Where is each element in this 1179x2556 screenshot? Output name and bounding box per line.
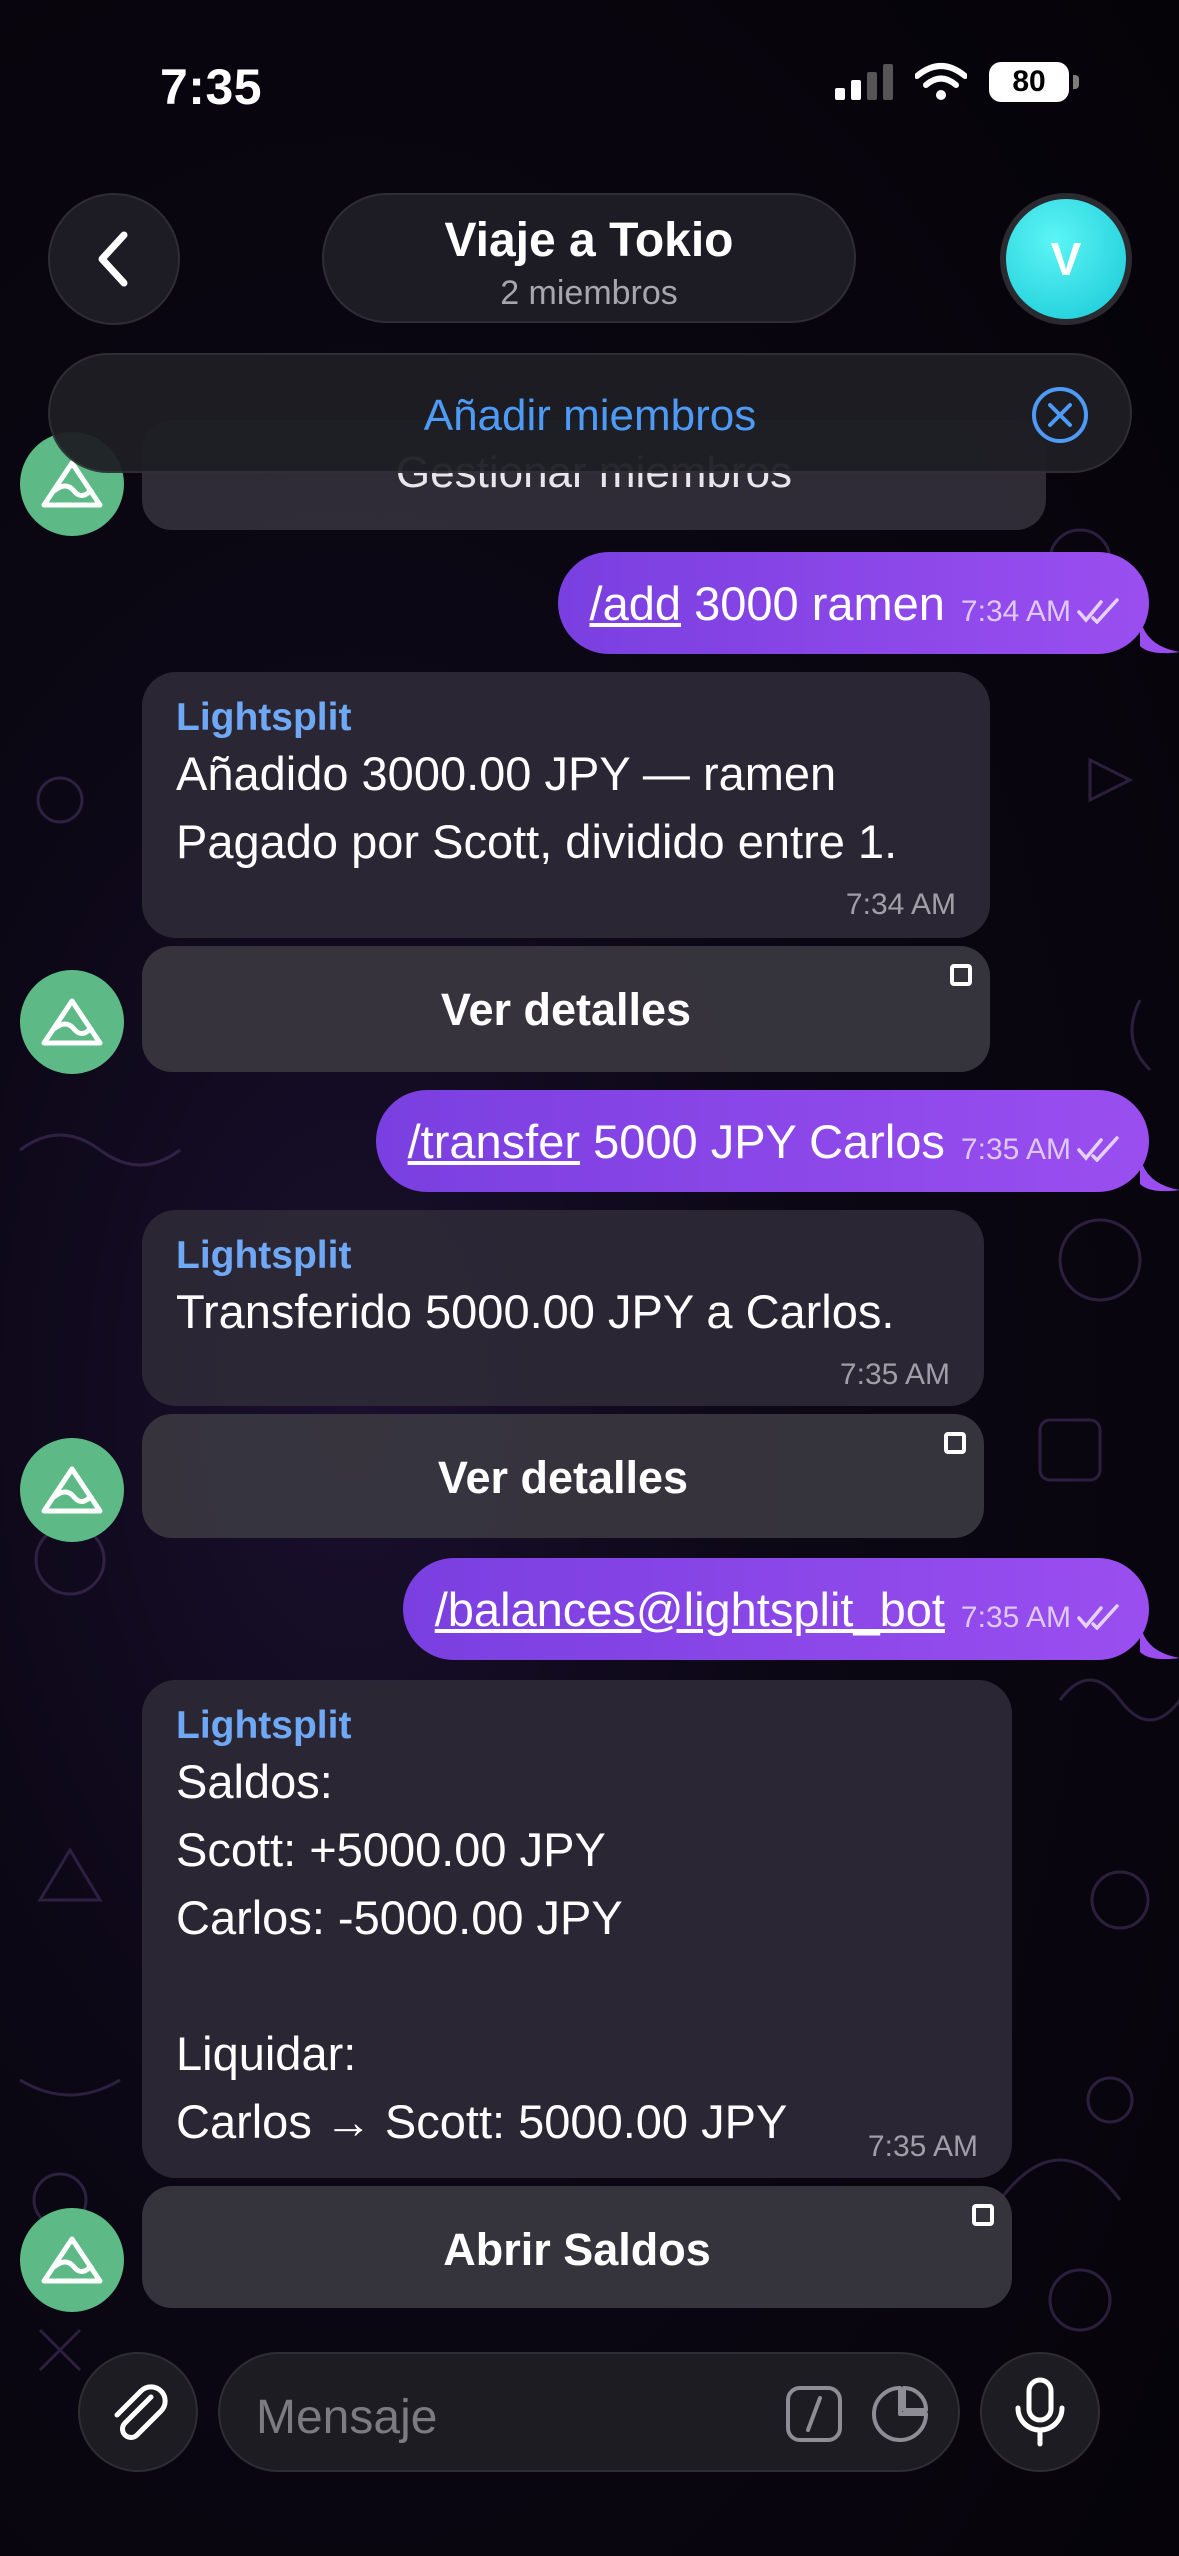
bubble-tail [1140,1622,1179,1660]
double-check-icon [1077,1604,1119,1630]
outgoing-message[interactable]: /add 3000 ramen 7:34 AM [557,552,1149,654]
member-count: 2 miembros [500,274,678,312]
bot-avatar[interactable] [20,970,124,1074]
slash-command-icon[interactable] [784,2384,844,2444]
mountain-logo-icon [41,1466,103,1514]
message-line: Carlos: -5000.00 JPY [176,1891,623,1944]
chevron-left-icon [98,231,128,287]
bubble-tail [1140,1154,1179,1192]
message-line: Pagado por Scott, dividido entre 1. [176,815,898,868]
double-check-icon [1077,1136,1119,1162]
square-icon [950,964,972,986]
mountain-logo-icon [41,998,103,1046]
microphone-icon [1015,2377,1065,2447]
message-line: Carlos → Scott: 5000.00 JPY [176,2095,788,2148]
bubble-tail [1140,616,1179,654]
paperclip-icon [114,2384,168,2440]
chat-name: Viaje a Tokio [444,214,734,267]
message-text: 3000 ramen [681,576,945,630]
outgoing-message[interactable]: /transfer 5000 JPY Carlos 7:35 AM [375,1090,1149,1192]
wifi-icon [915,63,967,100]
bot-message: Lightsplit Saldos: Scott: +5000.00 JPY C… [142,1680,1012,2178]
attach-button[interactable] [78,2352,198,2472]
sender-name[interactable]: Lightsplit [176,1704,978,1748]
bot-avatar[interactable] [20,2208,124,2312]
view-details-button[interactable]: Ver detalles [142,1414,984,1538]
sticker-icon[interactable] [870,2384,930,2444]
chat-title[interactable]: Viaje a Tokio 2 miembros [322,193,856,323]
message-line: Liquidar: [176,2027,357,2080]
bot-message: Lightsplit Añadido 3000.00 JPY — ramen P… [142,672,990,938]
status-icons: 80 [835,62,1079,102]
message-time: 7:35 AM [839,1358,950,1391]
outgoing-message[interactable]: /balances@lightsplit_bot 7:35 AM [402,1558,1149,1660]
chat-avatar[interactable]: V [1000,193,1132,325]
message-placeholder: Mensaje [256,2391,438,2444]
status-time: 7:35 [160,59,263,115]
message-time: 7:35 AM [960,1133,1071,1166]
square-icon [972,2204,994,2226]
message-text: 5000 JPY Carlos [580,1114,945,1168]
message-time: 7:35 AM [867,2130,978,2163]
view-details-button[interactable]: Ver detalles [142,946,990,1072]
message-time: 7:35 AM [960,1601,1071,1634]
add-members-bar[interactable]: Añadir miembros [48,353,1132,473]
message-line: Añadido 3000.00 JPY — ramen [176,747,837,800]
double-check-icon [1077,598,1119,624]
cellular-signal-icon [835,64,893,100]
sender-name[interactable]: Lightsplit [176,1234,950,1278]
add-members-label[interactable]: Añadir miembros [50,391,1130,441]
open-balances-button[interactable]: Abrir Saldos [142,2186,1012,2308]
command-link[interactable]: /balances@lightsplit_bot [435,1583,945,1636]
bot-avatar[interactable] [20,1438,124,1542]
command-link[interactable]: /add [590,577,681,630]
message-line: Scott: +5000.00 JPY [176,1823,606,1876]
message-line: Transferido 5000.00 JPY a Carlos. [176,1285,895,1338]
command-link[interactable]: /transfer [408,1115,580,1168]
message-line [176,1952,978,2020]
mountain-logo-icon [41,2236,103,2284]
square-icon [944,1432,966,1454]
sender-name[interactable]: Lightsplit [176,696,956,740]
close-circle-icon[interactable] [1030,385,1090,445]
bot-message: Lightsplit Transferido 5000.00 JPY a Car… [142,1210,984,1406]
message-time: 7:34 AM [845,888,956,921]
microphone-button[interactable] [980,2352,1100,2472]
message-time: 7:34 AM [960,595,1071,628]
chat-screen: 7:35 80 Gestionar miembros Viaje a Tokio… [0,0,1179,2556]
message-input[interactable]: Mensaje [218,2352,960,2472]
message-line: Saldos: [176,1755,333,1808]
battery-indicator: 80 [989,62,1079,102]
back-button[interactable] [48,193,180,325]
